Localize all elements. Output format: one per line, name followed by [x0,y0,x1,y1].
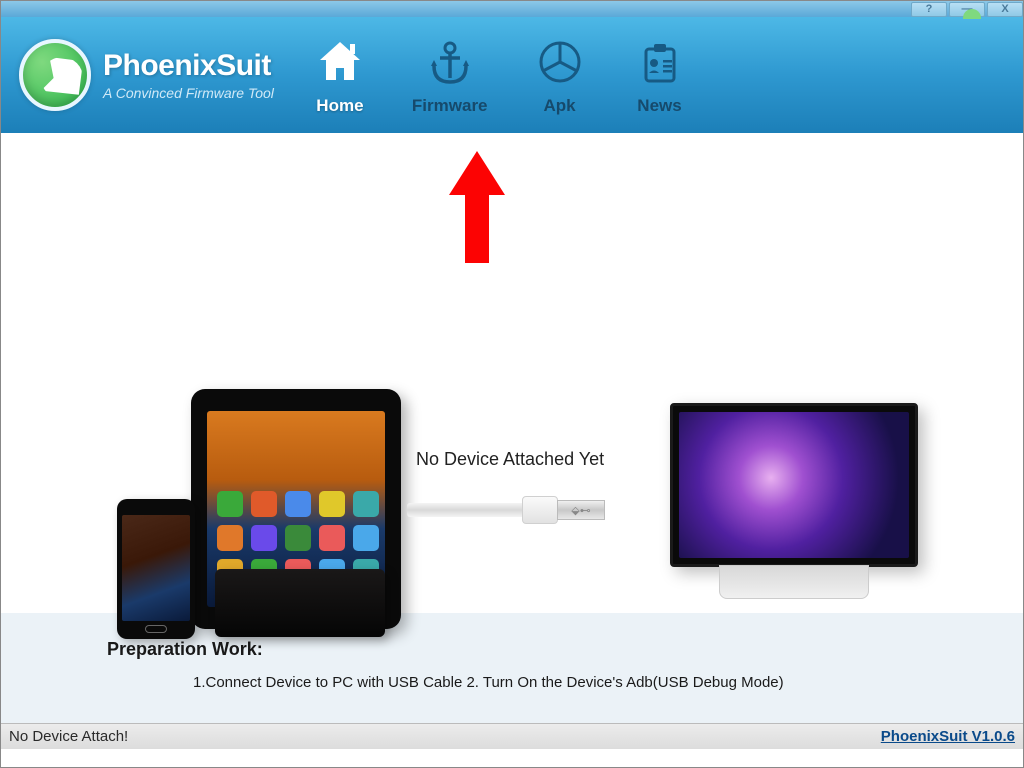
tab-firmware-label: Firmware [412,96,488,116]
arrow-annotation-icon [449,151,505,263]
nav-tabs: Home Firmware Apk News [312,34,688,116]
statusbar-device-status: No Device Attach! [9,728,128,745]
help-button[interactable]: ? [911,2,947,17]
tab-home-label: Home [316,96,363,116]
titlebar: ? — X [1,1,1023,17]
home-icon [312,34,368,90]
usb-cable-icon: ⬙⊷ [407,487,607,531]
tab-apk-label: Apk [543,96,575,116]
tvbox-icon [215,569,385,637]
close-button[interactable]: X [987,2,1023,17]
preparation-steps: 1.Connect Device to PC with USB Cable 2.… [193,674,1023,691]
phone-icon [117,499,195,639]
anchor-icon [422,34,478,90]
logo-block: PhoenixSuit A Convinced Firmware Tool [19,39,274,111]
tab-news-label: News [637,96,681,116]
tab-news[interactable]: News [632,34,688,116]
statusbar-version-link[interactable]: PhoenixSuit V1.0.6 [881,728,1015,745]
content-area: No Device Attached Yet [1,133,1023,613]
statusbar: No Device Attach! PhoenixSuit V1.0.6 [1,723,1023,749]
pie-icon [532,34,588,90]
preparation-title: Preparation Work: [107,639,1023,660]
monitor-icon [670,403,918,599]
tab-firmware[interactable]: Firmware [412,34,488,116]
clipboard-id-icon [632,34,688,90]
device-status-text: No Device Attached Yet [416,449,604,470]
phoenix-logo-icon [19,39,91,111]
brand-name: PhoenixSuit [103,49,274,83]
tab-apk[interactable]: Apk [532,34,588,116]
header: PhoenixSuit A Convinced Firmware Tool Ho… [1,17,1023,133]
tab-home[interactable]: Home [312,34,368,116]
brand-tagline: A Convinced Firmware Tool [103,85,274,101]
